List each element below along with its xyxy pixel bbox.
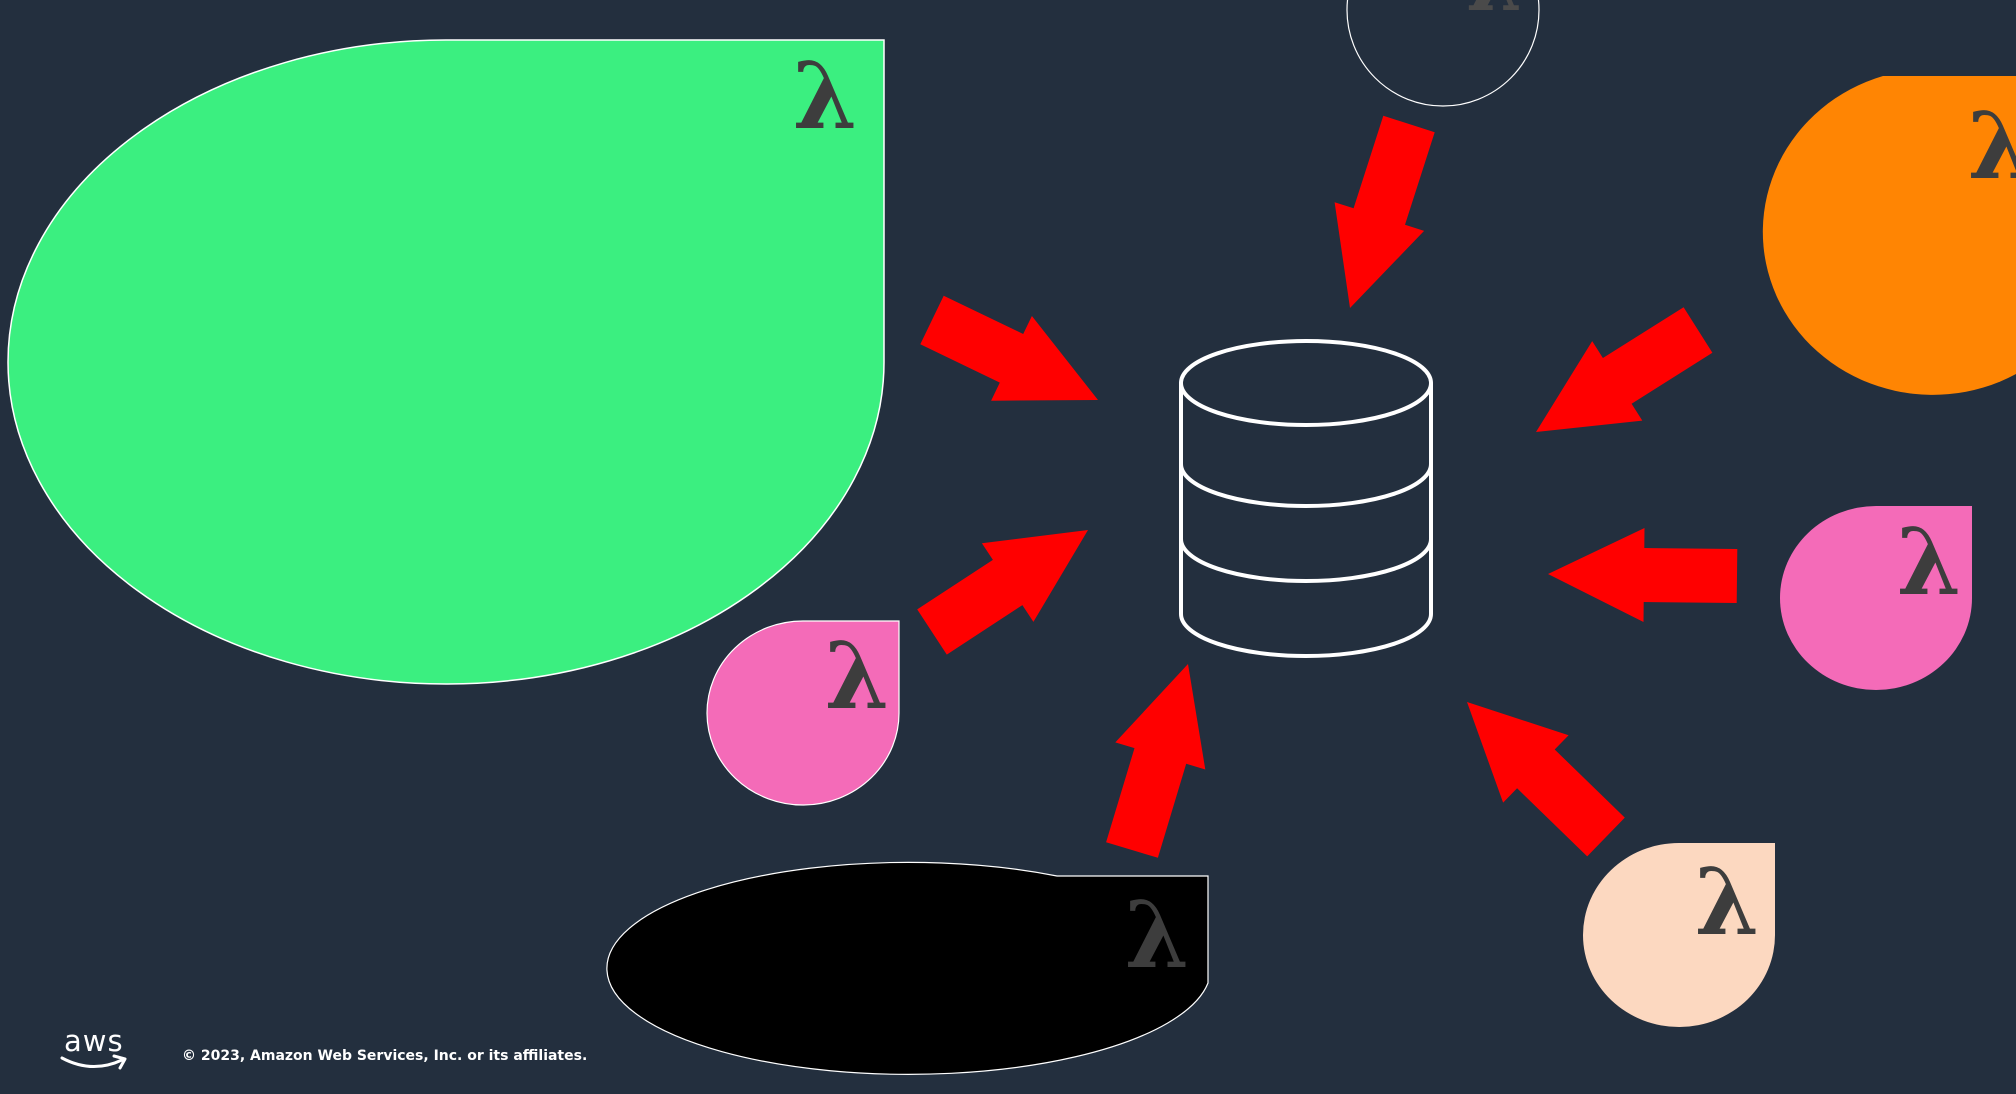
arrow-from-gray-top — [1334, 115, 1435, 308]
aws-logo-icon: aws — [58, 1024, 132, 1074]
lambda-icon: λ — [1466, 0, 1522, 29]
drop-shape-green — [7, 39, 885, 685]
arrow-from-pink-left — [917, 530, 1088, 655]
lambda-icon: λ — [1125, 881, 1190, 989]
aws-smile-icon — [60, 1054, 127, 1070]
database-cylinder-icon — [1179, 339, 1433, 658]
arrow-from-orange — [1536, 307, 1713, 432]
lambda-icon: λ — [1968, 92, 2016, 200]
lambda-icon: λ — [793, 42, 858, 150]
function-shape-pink-left: λ — [706, 620, 900, 806]
arrows-group — [917, 115, 1738, 858]
arrow-from-black — [1106, 664, 1206, 858]
function-shape-green: λ — [7, 39, 885, 685]
function-shape-peach: λ — [1583, 843, 1776, 1027]
lambda-icon: λ — [1695, 848, 1760, 956]
arrow-from-peach — [1467, 702, 1625, 857]
arrow-from-pink-right — [1548, 528, 1738, 622]
function-shape-orange: λ — [1762, 76, 2016, 395]
function-shape-gray-top: λ — [1346, 0, 1540, 107]
footer: aws © 2023, Amazon Web Services, Inc. or… — [0, 1020, 700, 1070]
lambda-icon: λ — [1897, 508, 1962, 616]
copyright-text: © 2023, Amazon Web Services, Inc. or its… — [182, 1048, 588, 1064]
arrow-from-green-top — [920, 295, 1098, 401]
function-shape-pink-right: λ — [1780, 506, 1972, 690]
slide-canvas: λ λ λ λ λ λ λ — [7, 0, 2016, 1075]
lambda-icon: λ — [825, 622, 890, 730]
